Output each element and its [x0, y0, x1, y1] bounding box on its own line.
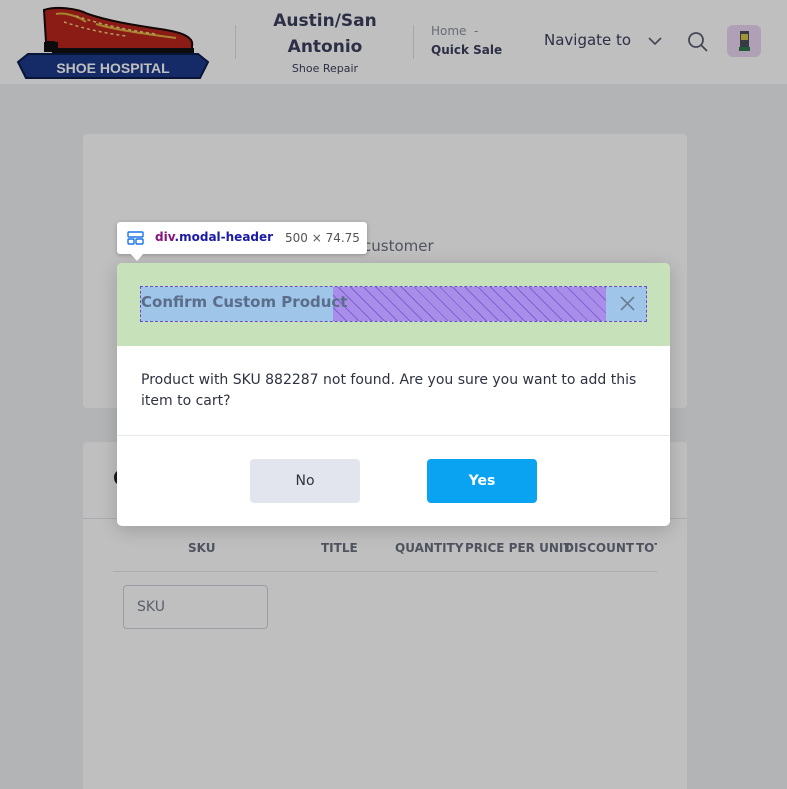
devtools-inspect-tooltip: div.modal-header 500 × 74.75 — [117, 222, 367, 254]
modal-footer-divider — [117, 435, 670, 436]
close-icon[interactable] — [620, 296, 635, 311]
confirm-custom-product-modal: Confirm Custom Product Product with SKU … — [117, 263, 670, 526]
devtools-tag-name: div — [155, 230, 175, 244]
devtools-element-selector: div.modal-header — [155, 230, 273, 244]
devtools-class-name: .modal-header — [174, 230, 274, 244]
no-button[interactable]: No — [250, 459, 360, 503]
yes-button[interactable]: Yes — [427, 459, 537, 503]
modal-header: Confirm Custom Product — [117, 263, 670, 346]
modal-message: Product with SKU 882287 not found. Are y… — [141, 372, 637, 409]
layout-grid-icon — [127, 231, 144, 245]
devtools-element-size: 500 × 74.75 — [285, 231, 360, 245]
modal-title: Confirm Custom Product — [141, 293, 348, 311]
devtools-tooltip-arrow — [130, 253, 144, 261]
